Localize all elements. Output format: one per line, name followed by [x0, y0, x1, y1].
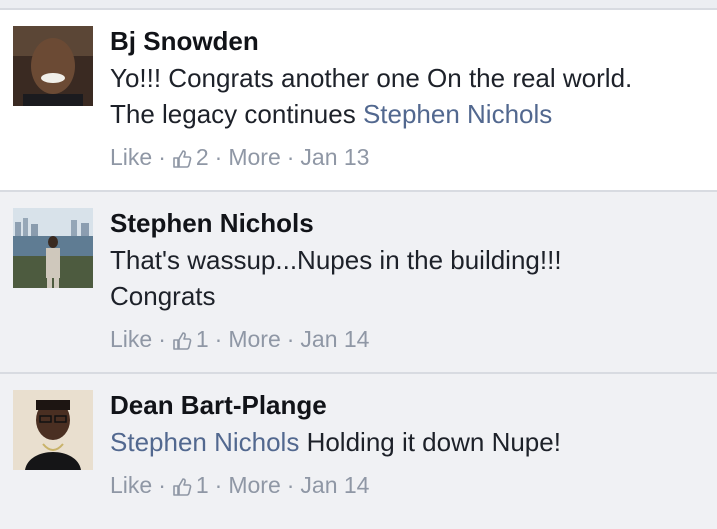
separator: · [214, 326, 223, 352]
more-button[interactable]: More [228, 324, 280, 354]
comment-actions: Like · 1 · More · Jan 14 [110, 324, 697, 354]
comment-line: Stephen Nichols Holding it down Nupe! [110, 427, 561, 457]
profile-photo-icon [13, 208, 93, 288]
comment-item: Bj Snowden Yo!!! Congrats another one On… [0, 10, 717, 190]
thumbs-up-icon [172, 474, 192, 496]
comment-line: The legacy continues Stephen Nichols [110, 99, 553, 129]
like-count[interactable]: 1 [196, 324, 209, 354]
mention-link[interactable]: Stephen Nichols [363, 99, 552, 129]
comment-line: Congrats [110, 281, 216, 311]
separator: · [286, 326, 295, 352]
comment-date: Jan 13 [300, 144, 370, 170]
comment-item: Dean Bart-Plange Stephen Nichols Holding… [0, 374, 717, 529]
comment-thread: Bj Snowden Yo!!! Congrats another one On… [0, 0, 717, 529]
more-button[interactable]: More [228, 470, 280, 500]
thumbs-up-icon [172, 328, 192, 350]
comment-actions: Like · 2 · More · Jan 13 [110, 142, 697, 172]
like-button[interactable]: Like [110, 324, 152, 354]
comment-author[interactable]: Stephen Nichols [110, 206, 697, 240]
comment-text: Yo!!! Congrats another one On the real w… [110, 60, 697, 132]
profile-photo-icon [13, 26, 93, 106]
thumbs-up-icon [172, 146, 192, 168]
comment-body: Bj Snowden Yo!!! Congrats another one On… [110, 24, 697, 172]
separator: · [214, 144, 223, 170]
avatar[interactable] [13, 390, 93, 470]
separator: · [158, 472, 166, 498]
like-button[interactable]: Like [110, 470, 152, 500]
avatar[interactable] [13, 26, 93, 106]
avatar[interactable] [13, 208, 93, 288]
comment-date: Jan 14 [300, 326, 370, 352]
separator: · [286, 144, 295, 170]
like-count[interactable]: 2 [196, 142, 209, 172]
separator: · [286, 472, 295, 498]
profile-photo-icon [13, 390, 93, 470]
separator: · [158, 144, 166, 170]
separator: · [158, 326, 166, 352]
comment-text: Stephen Nichols Holding it down Nupe! [110, 424, 697, 460]
comment-body: Dean Bart-Plange Stephen Nichols Holding… [110, 388, 697, 500]
more-button[interactable]: More [228, 142, 280, 172]
mention-link[interactable]: Stephen Nichols [110, 427, 299, 457]
comment-actions: Like · 1 · More · Jan 14 [110, 470, 697, 500]
like-count[interactable]: 1 [196, 470, 209, 500]
comment-author[interactable]: Dean Bart-Plange [110, 388, 697, 422]
comment-text: That's wassup...Nupes in the building!!!… [110, 242, 697, 314]
comment-line: Yo!!! Congrats another one On the real w… [110, 63, 633, 93]
comment-line: That's wassup...Nupes in the building!!! [110, 245, 562, 275]
separator: · [214, 472, 223, 498]
like-button[interactable]: Like [110, 142, 152, 172]
comment-author[interactable]: Bj Snowden [110, 24, 697, 58]
comment-body: Stephen Nichols That's wassup...Nupes in… [110, 206, 697, 354]
comment-date: Jan 14 [300, 472, 370, 498]
comment-item: Stephen Nichols That's wassup...Nupes in… [0, 192, 717, 372]
